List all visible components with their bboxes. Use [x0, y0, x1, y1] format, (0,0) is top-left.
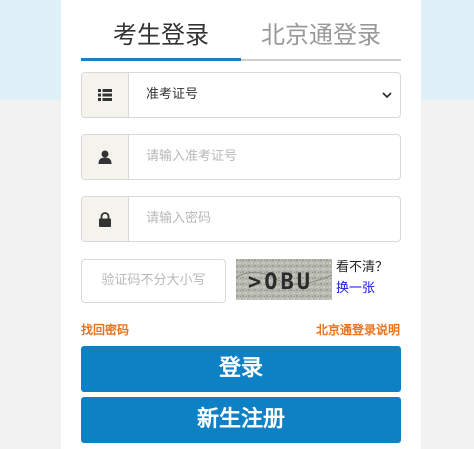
exam-number-placeholder: 请输入准考证号 [146, 149, 238, 164]
lock-icon [82, 197, 129, 241]
id-type-select[interactable]: 准考证号 [81, 72, 401, 118]
tab-bjt-login[interactable]: 北京通登录 [241, 20, 401, 50]
captcha-text: >OBU [248, 270, 313, 295]
password-field[interactable]: 请输入密码 [81, 196, 401, 242]
tab-candidate-login[interactable]: 考生登录 [81, 20, 241, 50]
captcha-image[interactable]: >OBU [236, 259, 332, 300]
list-icon [82, 73, 129, 117]
login-button[interactable]: 登录 [81, 346, 401, 392]
captcha-help-label: 看不清？ [336, 260, 389, 275]
login-card: 考生登录 北京通登录 准考证号 请输入准考证号 请输入密码 验证码不分大小写 >… [61, 0, 421, 449]
id-type-value: 准考证号 [146, 87, 199, 102]
tab-divider-line [241, 59, 401, 61]
captcha-refresh-link[interactable]: 换一张 [336, 280, 375, 298]
password-placeholder: 请输入密码 [146, 211, 212, 226]
login-tabs: 考生登录 北京通登录 [81, 0, 401, 62]
user-icon [82, 135, 129, 179]
captcha-input[interactable]: 验证码不分大小写 [81, 259, 226, 303]
tab-active-indicator [81, 58, 241, 61]
register-button[interactable]: 新生注册 [81, 397, 401, 443]
forgot-password-link[interactable]: 找回密码 [81, 321, 129, 338]
bjt-login-help-link[interactable]: 北京通登录说明 [316, 321, 400, 338]
exam-number-field[interactable]: 请输入准考证号 [81, 134, 401, 180]
chevron-down-icon [382, 92, 392, 99]
